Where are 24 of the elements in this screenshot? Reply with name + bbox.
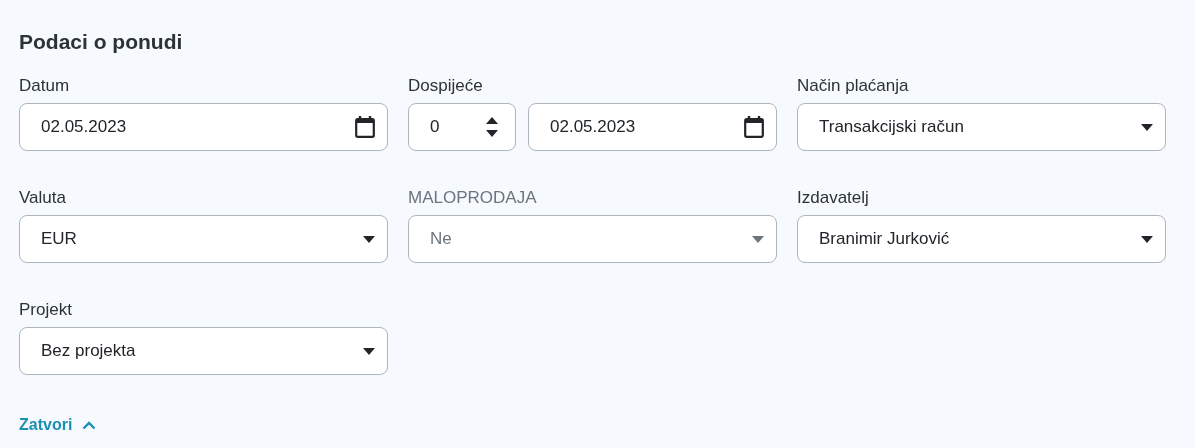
calendar-icon[interactable] [355,116,375,138]
chevron-icon[interactable] [82,420,97,430]
select-field[interactable]: Branimir Jurković [797,215,1166,263]
number-field[interactable]: 0 [408,103,516,151]
date-field[interactable]: 02.05.2023 [19,103,388,151]
date-field[interactable]: 02.05.2023 [528,103,777,151]
section-title: Podaci o ponudi [19,29,184,55]
collapse-link[interactable]: Zatvori [19,416,97,434]
caret-icon[interactable] [363,347,375,355]
caret-icon[interactable] [1141,123,1153,131]
spinner-icon[interactable] [485,116,499,138]
calendar-icon[interactable] [744,116,764,138]
field-label: MALOPRODAJA [408,187,537,209]
field-label: Projekt [19,299,72,321]
field-label: Izdavatelj [797,187,869,209]
field-label: Valuta [19,187,66,209]
select-field[interactable]: EUR [19,215,388,263]
select-field[interactable]: Transakcijski račun [797,103,1166,151]
caret-icon[interactable] [1141,235,1153,243]
field-label: Datum [19,75,70,97]
field-label: Dospijeće [408,75,483,97]
select-field[interactable]: Bez projekta [19,327,388,375]
caret-icon[interactable] [363,235,375,243]
field-label: Način plaćanja [797,75,909,97]
